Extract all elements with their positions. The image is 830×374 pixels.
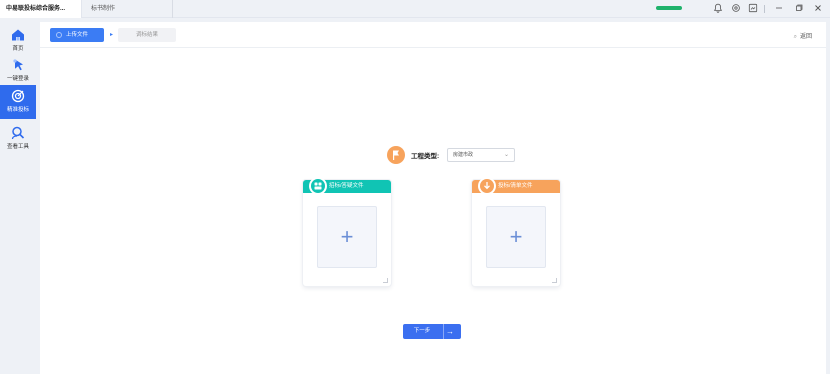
resize-corner-icon bbox=[552, 278, 557, 283]
step-indicator-icon bbox=[56, 32, 62, 38]
sidebar-item-label: 一键登录 bbox=[6, 76, 29, 82]
bell-icon[interactable] bbox=[712, 3, 724, 15]
screenshot-icon[interactable] bbox=[747, 3, 759, 15]
arrow-right-icon: → bbox=[446, 327, 454, 336]
upload-area-tender[interactable]: + bbox=[317, 206, 377, 268]
document-icon bbox=[309, 177, 327, 195]
sidebar: 首页 一键登录 精准投标 查看工具 bbox=[0, 18, 36, 374]
search-user-icon bbox=[11, 126, 25, 140]
cursor-icon bbox=[13, 59, 23, 71]
plus-icon: + bbox=[340, 224, 354, 249]
button-divider bbox=[443, 324, 444, 339]
minimize-icon[interactable] bbox=[773, 3, 785, 15]
step-bid-result[interactable]: 调标结果 bbox=[118, 28, 176, 42]
back-label: 返回 bbox=[799, 34, 812, 40]
main-panel: 上传文件 ▸ 调标结果 ⌕返回 工程类型: 房建市政 ⌄ 招标/答疑文件 + bbox=[40, 22, 826, 374]
upload-card-tender: 招标/答疑文件 + bbox=[303, 177, 391, 286]
sidebar-item-precise-bidding[interactable]: 精准投标 bbox=[0, 85, 36, 119]
close-icon[interactable] bbox=[812, 3, 824, 15]
tab-document-making[interactable]: 标书制作 bbox=[83, 0, 173, 18]
upload-area-bid[interactable]: + bbox=[486, 206, 546, 268]
flag-icon bbox=[387, 146, 405, 164]
project-type-value: 房建市政 bbox=[453, 152, 474, 158]
tab-bidding-service[interactable]: 中易联投标综合服务... bbox=[0, 0, 82, 18]
step-arrow-icon: ▸ bbox=[110, 32, 114, 38]
download-icon bbox=[478, 177, 496, 195]
sidebar-item-one-click-login[interactable]: 一键登录 bbox=[0, 54, 36, 88]
back-link[interactable]: ⌕ 返回 bbox=[794, 31, 812, 41]
project-type-select[interactable]: 房建市政 ⌄ bbox=[447, 148, 515, 162]
target-icon bbox=[11, 89, 25, 103]
step-upload-files[interactable]: 上传文件 bbox=[50, 28, 104, 42]
step-bar: 上传文件 ▸ 调标结果 ⌕ 返回 bbox=[40, 22, 826, 48]
status-progress-bar bbox=[656, 6, 682, 10]
plus-icon: + bbox=[509, 224, 523, 249]
progress-fill bbox=[656, 6, 682, 10]
next-step-label: 下一步 bbox=[413, 328, 431, 334]
sidebar-item-home[interactable]: 首页 bbox=[0, 24, 36, 58]
upload-card-bid: 投标/清单文件 + bbox=[472, 177, 560, 286]
title-bar: 中易联投标综合服务... 标书制作 bbox=[0, 0, 830, 18]
sidebar-item-view-tools[interactable]: 查看工具 bbox=[0, 122, 36, 156]
titlebar-separator bbox=[764, 5, 765, 13]
step-label: 上传文件 bbox=[66, 32, 89, 38]
settings-icon[interactable] bbox=[730, 3, 742, 15]
resize-corner-icon bbox=[383, 278, 388, 283]
sidebar-item-label: 查看工具 bbox=[6, 144, 29, 150]
chevron-down-icon: ⌄ bbox=[503, 152, 509, 158]
project-type-label: 工程类型: bbox=[411, 153, 440, 160]
restore-icon[interactable] bbox=[793, 3, 805, 15]
back-icon: ⌕ bbox=[793, 34, 797, 40]
sidebar-item-label: 首页 bbox=[12, 46, 24, 52]
sidebar-item-label: 精准投标 bbox=[6, 107, 29, 113]
home-icon bbox=[12, 29, 24, 41]
next-step-button[interactable]: 下一步 → bbox=[403, 324, 461, 339]
